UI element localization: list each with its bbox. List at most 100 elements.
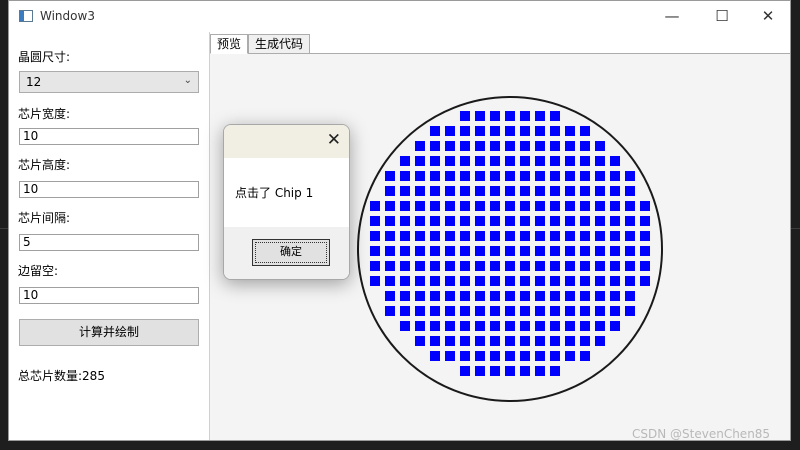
wafer-chip[interactable] — [625, 186, 635, 196]
wafer-chip[interactable] — [550, 231, 560, 241]
wafer-chip[interactable] — [490, 336, 500, 346]
wafer-chip[interactable] — [415, 141, 425, 151]
wafer-chip[interactable] — [460, 201, 470, 211]
wafer-chip[interactable] — [595, 216, 605, 226]
wafer-chip[interactable] — [565, 291, 575, 301]
wafer-chip[interactable] — [565, 261, 575, 271]
wafer-chip[interactable] — [505, 291, 515, 301]
wafer-chip[interactable] — [415, 171, 425, 181]
wafer-chip[interactable] — [565, 351, 575, 361]
wafer-chip[interactable] — [550, 306, 560, 316]
wafer-chip[interactable] — [370, 246, 380, 256]
wafer-chip[interactable] — [580, 306, 590, 316]
wafer-chip[interactable] — [445, 231, 455, 241]
wafer-chip[interactable] — [535, 216, 545, 226]
wafer-chip[interactable] — [385, 261, 395, 271]
wafer-chip[interactable] — [625, 246, 635, 256]
wafer-chip[interactable] — [535, 321, 545, 331]
wafer-chip[interactable] — [595, 276, 605, 286]
wafer-chip[interactable] — [460, 111, 470, 121]
wafer-chip[interactable] — [460, 141, 470, 151]
wafer-chip[interactable] — [640, 201, 650, 211]
wafer-chip[interactable] — [580, 171, 590, 181]
wafer-chip[interactable] — [535, 336, 545, 346]
wafer-chip[interactable] — [400, 321, 410, 331]
wafer-chip[interactable] — [400, 156, 410, 166]
wafer-chip[interactable] — [580, 336, 590, 346]
wafer-chip[interactable] — [520, 336, 530, 346]
wafer-chip[interactable] — [490, 186, 500, 196]
wafer-chip[interactable] — [430, 156, 440, 166]
wafer-chip[interactable] — [535, 141, 545, 151]
tab-preview[interactable]: 预览 — [210, 34, 249, 54]
wafer-chip[interactable] — [550, 126, 560, 136]
wafer-chip[interactable] — [385, 186, 395, 196]
wafer-chip[interactable] — [565, 216, 575, 226]
wafer-chip[interactable] — [640, 246, 650, 256]
wafer-chip[interactable] — [505, 246, 515, 256]
wafer-chip[interactable] — [460, 321, 470, 331]
wafer-chip[interactable] — [625, 171, 635, 181]
wafer-chip[interactable] — [535, 111, 545, 121]
wafer-chip[interactable] — [490, 156, 500, 166]
wafer-chip[interactable] — [400, 306, 410, 316]
wafer-chip[interactable] — [595, 171, 605, 181]
wafer-chip[interactable] — [445, 351, 455, 361]
wafer-chip[interactable] — [550, 186, 560, 196]
wafer-chip[interactable] — [625, 216, 635, 226]
wafer-chip[interactable] — [445, 246, 455, 256]
wafer-chip[interactable] — [610, 321, 620, 331]
wafer-chip[interactable] — [535, 171, 545, 181]
wafer-chip[interactable] — [610, 231, 620, 241]
wafer-chip[interactable] — [595, 306, 605, 316]
wafer-chip[interactable] — [400, 171, 410, 181]
wafer-chip[interactable] — [475, 171, 485, 181]
wafer-chip[interactable] — [580, 276, 590, 286]
wafer-chip[interactable] — [595, 246, 605, 256]
wafer-chip[interactable] — [370, 231, 380, 241]
wafer-chip[interactable] — [625, 306, 635, 316]
wafer-chip[interactable] — [430, 306, 440, 316]
wafer-chip[interactable] — [460, 366, 470, 376]
wafer-chip[interactable] — [550, 321, 560, 331]
wafer-chip[interactable] — [490, 366, 500, 376]
wafer-chip[interactable] — [475, 126, 485, 136]
wafer-chip[interactable] — [595, 321, 605, 331]
wafer-chip[interactable] — [415, 201, 425, 211]
wafer-chip[interactable] — [595, 141, 605, 151]
wafer-chip[interactable] — [505, 276, 515, 286]
wafer-chip[interactable] — [385, 246, 395, 256]
wafer-chip[interactable] — [475, 366, 485, 376]
wafer-chip[interactable] — [535, 276, 545, 286]
wafer-chip[interactable] — [490, 321, 500, 331]
wafer-chip[interactable] — [565, 246, 575, 256]
wafer-chip[interactable] — [550, 201, 560, 211]
wafer-chip[interactable] — [505, 231, 515, 241]
wafer-chip[interactable] — [550, 111, 560, 121]
wafer-chip[interactable] — [415, 261, 425, 271]
wafer-chip[interactable] — [370, 261, 380, 271]
wafer-chip[interactable] — [475, 156, 485, 166]
wafer-chip[interactable] — [430, 336, 440, 346]
margin-input[interactable]: 10 — [19, 287, 199, 304]
title-bar[interactable]: Window3 — ☐ ✕ — [9, 1, 790, 32]
chip-height-input[interactable]: 10 — [19, 181, 199, 198]
wafer-chip[interactable] — [610, 246, 620, 256]
wafer-chip[interactable] — [595, 291, 605, 301]
wafer-chip[interactable] — [520, 156, 530, 166]
wafer-chip[interactable] — [415, 246, 425, 256]
wafer-chip[interactable] — [520, 141, 530, 151]
wafer-chip[interactable] — [460, 126, 470, 136]
wafer-chip[interactable] — [550, 216, 560, 226]
wafer-chip[interactable] — [415, 216, 425, 226]
wafer-chip[interactable] — [520, 201, 530, 211]
maximize-button[interactable]: ☐ — [699, 1, 745, 32]
chip-width-input[interactable]: 10 — [19, 128, 199, 145]
wafer-chip[interactable] — [430, 126, 440, 136]
wafer-chip[interactable] — [370, 201, 380, 211]
wafer-chip[interactable] — [610, 156, 620, 166]
wafer-chip[interactable] — [475, 306, 485, 316]
wafer-chip[interactable] — [580, 351, 590, 361]
wafer-chip[interactable] — [505, 111, 515, 121]
wafer-chip[interactable] — [385, 276, 395, 286]
